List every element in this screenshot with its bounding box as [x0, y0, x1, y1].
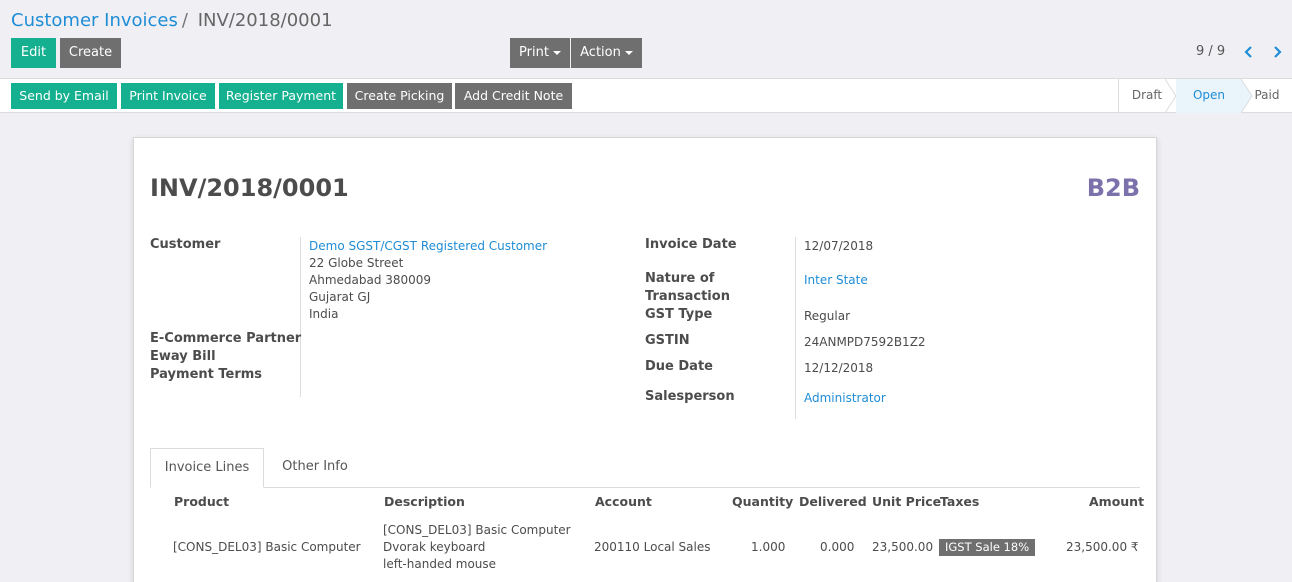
line-unit-price: 23,500.00	[872, 540, 934, 554]
col-amount-header[interactable]: Amount	[1089, 494, 1144, 509]
register-payment-button[interactable]: Register Payment	[219, 83, 343, 109]
action-label: Action	[580, 45, 621, 60]
field-divider	[300, 237, 301, 397]
customer-city: Ahmedabad 380009	[309, 273, 432, 287]
caret-down-icon	[552, 50, 561, 55]
print-dropdown[interactable]: Print	[510, 38, 570, 68]
line-quantity: 1.000	[751, 540, 786, 554]
col-account-header[interactable]: Account	[595, 494, 652, 509]
customer-link[interactable]: Demo SGST/CGST Registered Customer	[309, 239, 547, 253]
create-button[interactable]: Create	[60, 38, 121, 68]
breadcrumb: Customer Invoices / INV/2018/0001	[11, 10, 333, 31]
line-account: 200110 Local Sales	[594, 540, 711, 554]
breadcrumb-customer-invoices[interactable]: Customer Invoices	[11, 10, 178, 31]
due-date-label: Due Date	[645, 359, 713, 374]
payment-terms-label: Payment Terms	[150, 367, 263, 382]
breadcrumb-separator: /	[181, 10, 188, 31]
customer-street: 22 Globe Street	[309, 256, 404, 270]
stage-open[interactable]: Open	[1176, 79, 1242, 113]
caret-down-icon	[624, 50, 633, 55]
salesperson-label: Salesperson	[645, 389, 735, 404]
line-delivered: 0.000	[820, 540, 855, 554]
eway-bill-label: Eway Bill	[150, 349, 216, 364]
line-tax-badge: IGST Sale 18%	[939, 539, 1036, 556]
tab-other-info[interactable]: Other Info	[268, 448, 362, 488]
control-panel: Customer Invoices / INV/2018/0001 Edit Cr…	[0, 0, 1292, 79]
invoice-date-label: Invoice Date	[645, 237, 737, 252]
field-divider	[795, 237, 796, 419]
gstin-label: GSTIN	[645, 333, 690, 348]
salesperson-link[interactable]: Administrator	[804, 391, 886, 405]
col-description-header[interactable]: Description	[384, 494, 465, 509]
breadcrumb-current: INV/2018/0001	[197, 10, 333, 31]
stage-paid[interactable]: Paid	[1252, 79, 1282, 113]
tab-invoice-lines[interactable]: Invoice Lines	[150, 448, 264, 488]
customer-label: Customer	[150, 237, 221, 252]
invoice-sheet: INV/2018/0001 B2B Customer Demo SGST/CGS…	[133, 137, 1157, 582]
col-product-header[interactable]: Product	[174, 494, 229, 509]
col-quantity-header[interactable]: Quantity	[732, 494, 793, 509]
pager-value: 9 / 9	[1196, 44, 1226, 59]
notebook-tabs: Invoice Lines Other Info	[150, 448, 1140, 488]
nature-of-transaction-label-1: Nature of	[645, 271, 715, 286]
invoice-date-value: 12/07/2018	[804, 239, 874, 253]
line-amount: 23,500.00 ₹	[1066, 540, 1139, 554]
gst-type-value: Regular	[804, 309, 851, 323]
invoice-type-badge: B2B	[1086, 174, 1140, 202]
col-delivered-header[interactable]: Delivered	[799, 494, 867, 509]
col-taxes-header[interactable]: Taxes	[940, 494, 979, 509]
line-description-2: Dvorak keyboard	[383, 540, 486, 554]
customer-state: Gujarat GJ	[309, 290, 371, 304]
pager-previous-icon[interactable]	[1241, 41, 1257, 63]
gstin-value: 24ANMPD7592B1Z2	[804, 335, 926, 349]
ecommerce-partner-label: E-Commerce Partner	[150, 331, 302, 346]
col-unit-price-header[interactable]: Unit Price	[872, 494, 941, 509]
status-bar: Send by Email Print Invoice Register Pay…	[0, 79, 1292, 113]
action-dropdown[interactable]: Action	[571, 38, 642, 68]
nature-of-transaction-label-2: Transaction	[645, 289, 730, 304]
create-picking-button[interactable]: Create Picking	[347, 83, 452, 109]
send-by-email-button[interactable]: Send by Email	[11, 83, 117, 109]
invoice-number: INV/2018/0001	[150, 174, 349, 202]
pager-next-icon[interactable]	[1269, 41, 1285, 63]
print-invoice-button[interactable]: Print Invoice	[121, 83, 215, 109]
line-description-3: left-handed mouse	[383, 557, 497, 571]
print-label: Print	[519, 45, 549, 60]
gst-type-label: GST Type	[645, 307, 713, 322]
stage-arrow-icon	[1165, 79, 1177, 113]
nature-of-transaction-link[interactable]: Inter State	[804, 273, 868, 287]
customer-country: India	[309, 307, 339, 321]
edit-button[interactable]: Edit	[11, 38, 56, 68]
due-date-value: 12/12/2018	[804, 361, 874, 375]
line-product: [CONS_DEL03] Basic Computer	[173, 540, 361, 554]
line-description-1: [CONS_DEL03] Basic Computer	[383, 523, 571, 537]
add-credit-note-button[interactable]: Add Credit Note	[455, 83, 572, 109]
